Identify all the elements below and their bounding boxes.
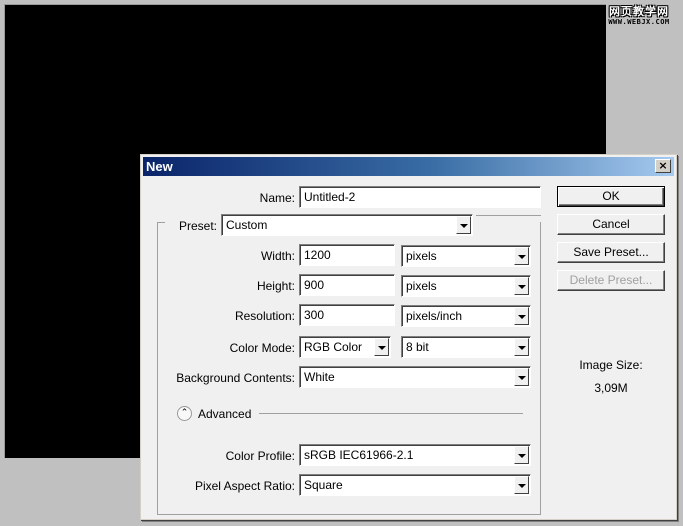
dialog-titlebar[interactable]: New × (143, 157, 674, 176)
chevron-down-icon[interactable] (514, 368, 529, 386)
preset-select[interactable]: Custom (221, 214, 473, 236)
height-unit-select[interactable]: pixels (401, 275, 531, 297)
image-size-label: Image Size: (579, 358, 643, 372)
color-profile-label: Color Profile: (225, 449, 295, 463)
background-label: Background Contents: (176, 371, 295, 385)
chevron-down-icon[interactable] (514, 247, 529, 265)
color-mode-label: Color Mode: (229, 341, 295, 355)
preset-value: Custom (226, 218, 268, 232)
image-size-value: 3,09M (594, 381, 628, 395)
delete-preset-button: Delete Preset... (557, 270, 665, 291)
chevron-down-icon[interactable] (374, 338, 389, 356)
resolution-unit-value: pixels/inch (406, 309, 463, 323)
name-label: Name: (259, 191, 295, 205)
watermark-cn: 网页教学网 (609, 5, 669, 18)
width-unit-value: pixels (406, 249, 437, 263)
bit-depth-value: 8 bit (406, 340, 429, 354)
height-input[interactable]: 900 (299, 274, 395, 296)
close-icon[interactable]: × (655, 159, 671, 173)
save-preset-button[interactable]: Save Preset... (557, 242, 665, 263)
chevron-down-icon[interactable] (456, 216, 471, 234)
cancel-button[interactable]: Cancel (557, 214, 665, 235)
watermark: 网页教学网 WWW.WEBJX.COM (599, 5, 679, 27)
advanced-label[interactable]: Advanced (198, 407, 251, 421)
pixel-aspect-value: Square (304, 478, 343, 492)
chevron-down-icon[interactable] (514, 476, 529, 494)
height-label: Height: (256, 279, 295, 293)
pixel-aspect-label: Pixel Aspect Ratio: (194, 479, 295, 493)
advanced-toggle-icon[interactable]: ⌃ (177, 406, 192, 421)
height-unit-value: pixels (406, 279, 437, 293)
bit-depth-select[interactable]: 8 bit (401, 336, 531, 358)
name-input[interactable]: Untitled-2 (299, 186, 541, 208)
resolution-input[interactable]: 300 (299, 304, 395, 326)
color-profile-value: sRGB IEC61966-2.1 (304, 448, 414, 462)
chevron-down-icon[interactable] (514, 277, 529, 295)
resolution-label: Resolution: (234, 309, 295, 323)
width-input[interactable]: 1200 (299, 244, 395, 266)
dialog-title: New (146, 159, 173, 174)
color-profile-select[interactable]: sRGB IEC61966-2.1 (299, 444, 531, 466)
chevron-down-icon[interactable] (514, 446, 529, 464)
background-select[interactable]: White (299, 366, 531, 388)
color-mode-select[interactable]: RGB Color (299, 336, 391, 358)
group-border (476, 215, 541, 216)
color-mode-value: RGB Color (304, 340, 363, 354)
chevron-down-icon[interactable] (514, 338, 529, 356)
new-document-dialog: New × Name: Untitled-2 Preset: Custom Wi… (140, 154, 677, 520)
width-label: Width: (260, 249, 295, 263)
advanced-divider (259, 413, 523, 414)
width-unit-select[interactable]: pixels (401, 245, 531, 267)
watermark-url: WWW.WEBJX.COM (608, 18, 670, 26)
chevron-down-icon[interactable] (514, 307, 529, 325)
ok-button[interactable]: OK (557, 186, 665, 207)
pixel-aspect-select[interactable]: Square (299, 474, 531, 496)
preset-label: Preset: (178, 219, 217, 233)
resolution-unit-select[interactable]: pixels/inch (401, 305, 531, 327)
background-value: White (304, 370, 335, 384)
